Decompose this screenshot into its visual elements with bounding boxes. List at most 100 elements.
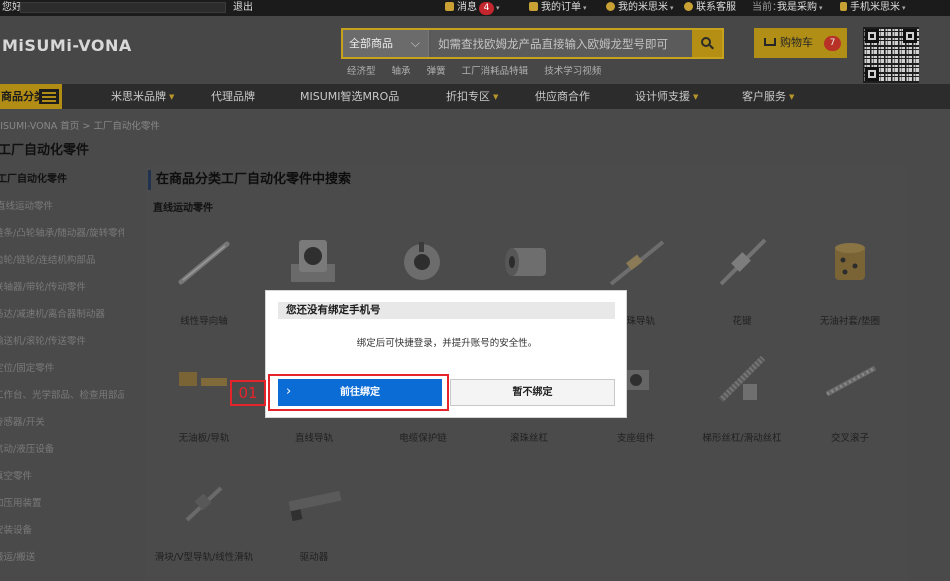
breadcrumb-separator: > — [82, 121, 91, 132]
product-name: 线性导向轴 — [180, 316, 228, 327]
nav-item-supplier[interactable]: 供应商合作 — [535, 84, 590, 109]
search-button[interactable] — [692, 30, 722, 57]
lead-screw-image — [718, 355, 766, 403]
sidebar-item[interactable]: 联轴器/带轮/传动零件 — [0, 279, 124, 293]
caret-down-icon: ▼ — [789, 93, 795, 101]
message-icon — [445, 2, 454, 11]
nav-item-designer-support[interactable]: 设计师支援 ▼ — [635, 84, 698, 109]
headset-icon — [684, 2, 693, 11]
user-icon — [606, 2, 615, 11]
contact-service-link[interactable]: 联系客服 — [684, 1, 736, 15]
orders-label: 我的订单 — [541, 2, 581, 13]
product-name: 电缆保护链 — [399, 433, 447, 444]
category-menu-button[interactable]: 商品分类 — [0, 84, 62, 109]
product-name: 花键 — [732, 316, 752, 327]
chevron-down-icon: ▾ — [583, 4, 587, 12]
hot-keyword-link[interactable]: 弹簧 — [427, 66, 446, 77]
product-card[interactable]: 梯形丝杠/滑动丝杠 — [686, 354, 798, 464]
nav-item-label: 折扣专区 — [446, 90, 490, 103]
search-bar: 全部商品 ⌵ — [341, 28, 724, 59]
sidebar-item[interactable]: 气动/液压设备 — [0, 441, 124, 455]
logout-link[interactable]: 退出 — [233, 1, 253, 15]
actuator-image — [288, 490, 342, 522]
sidebar-item[interactable]: 定位/固定零件 — [0, 360, 124, 374]
contact-label: 联系客服 — [696, 2, 736, 13]
step-number-label: 01 — [230, 380, 266, 406]
nav-item-mro[interactable]: MISUMI智选MRO品 — [300, 84, 399, 109]
sidebar-item[interactable]: 马达/减速机/离合器制动器 — [0, 306, 124, 320]
search-icon — [700, 37, 714, 50]
shaft-collar-image — [404, 242, 440, 280]
menu-icon — [39, 89, 59, 104]
sidebar-item[interactable]: 齿轮/链轮/连结机构部品 — [0, 252, 124, 266]
product-card[interactable]: 交叉滚子 — [794, 354, 906, 464]
breadcrumb-home-link[interactable]: MISUMI-VONA 首页 — [0, 121, 79, 132]
sidebar-item[interactable]: 真空零件 — [0, 468, 124, 482]
chevron-down-icon: ⌵ — [410, 36, 420, 50]
chevron-down-icon: ▾ — [670, 4, 674, 12]
sidebar-item[interactable]: 搬运/搬送 — [0, 549, 124, 563]
hot-keywords: 经济型 轴承 弹簧 工厂消耗品特辑 技术学习视频 — [347, 63, 614, 77]
dialog-title: 您还没有绑定手机号 — [278, 302, 615, 319]
caret-down-icon: ▼ — [693, 93, 699, 101]
cart-label: 购物车 — [780, 36, 813, 49]
current-role-value: 我是采购 — [777, 2, 817, 13]
site-header: MiSUMi-VONA 全部商品 ⌵ 经济型 轴承 弹簧 工厂消耗品特辑 技术学… — [0, 16, 950, 84]
main-nav: 商品分类 米思米品牌 ▼ 代理品牌 MISUMI智选MRO品 折扣专区 ▼ 供应商合… — [0, 84, 950, 109]
nav-item-misumi-brand[interactable]: 米思米品牌 ▼ — [111, 84, 174, 109]
current-role-select[interactable]: 我是采购 ▾ — [777, 1, 823, 15]
nav-item-customer-service[interactable]: 客户服务 ▼ — [742, 84, 794, 109]
sidebar-item[interactable]: 工作台、光学部品、检查用部品 — [0, 387, 124, 401]
hot-keyword-link[interactable]: 技术学习视频 — [544, 66, 601, 77]
hot-keyword-link[interactable]: 工厂消耗品特辑 — [462, 66, 529, 77]
sidebar-item[interactable]: 输送机/滚轮/传送零件 — [0, 333, 124, 347]
product-name: 滑块/V型导轨/线性滑轨 — [154, 552, 254, 563]
product-name: 直线导轨 — [294, 433, 333, 444]
my-account-link[interactable]: 我的米思米 ▾ — [606, 1, 674, 15]
sidebar-item[interactable]: 加压用装置 — [0, 495, 124, 509]
nav-item-agent-brands[interactable]: 代理品牌 — [211, 84, 255, 109]
ball-spline-image — [719, 238, 767, 286]
linear-guide-image — [609, 240, 665, 286]
account-name-field — [20, 2, 226, 13]
product-name: 滚珠丝杠 — [509, 433, 548, 444]
product-card[interactable]: 花键 — [686, 234, 798, 344]
linear-bushing-image — [505, 248, 546, 276]
search-category-select[interactable]: 全部商品 ⌵ — [343, 30, 429, 57]
chevron-right-icon: › — [286, 384, 292, 399]
breadcrumb: MISUMI-VONA 首页 > 工厂自动化零件 — [0, 118, 160, 132]
chevron-down-icon: ▾ — [819, 4, 823, 12]
caret-down-icon: ▼ — [169, 93, 175, 101]
messages-link[interactable]: 消息 4 ▾ — [445, 1, 500, 15]
sidebar-item[interactable]: 链条/凸轮轴承/随动器/旋转零件 — [0, 225, 124, 239]
orders-link[interactable]: 我的订单 ▾ — [529, 1, 587, 15]
product-card[interactable]: 线性导向轴 — [148, 234, 260, 344]
section-subtitle: 直线运动零件 — [153, 203, 213, 214]
messages-count-badge: 4 — [479, 2, 494, 15]
site-logo[interactable]: MiSUMi-VONA — [2, 36, 132, 55]
product-card[interactable]: 滑块/V型导轨/线性滑轨 — [148, 476, 260, 581]
nav-item-discount[interactable]: 折扣专区 ▼ — [446, 84, 498, 109]
product-card[interactable]: 驱动器 — [258, 476, 370, 581]
product-card[interactable]: 无油板/导轨 — [148, 354, 260, 464]
product-name: 驱动器 — [299, 552, 329, 563]
sidebar-heading: 工厂自动化零件 — [0, 174, 67, 185]
skip-binding-button[interactable]: 暂不绑定 — [450, 379, 615, 406]
product-name: 无油衬套/垫圈 — [819, 316, 881, 327]
search-input[interactable] — [431, 30, 693, 57]
sidebar-item[interactable]: 直线运动零件 — [0, 198, 126, 212]
sidebar-item[interactable]: 安装设备 — [0, 522, 124, 536]
cart-icon — [764, 38, 776, 46]
cart-button[interactable]: 购物车 7 — [754, 28, 847, 58]
my-account-label: 我的米思米 — [618, 2, 668, 13]
mobile-site-link[interactable]: 手机米思米 ▾ — [840, 1, 906, 15]
sidebar-item[interactable]: 传感器/开关 — [0, 414, 124, 428]
cross-roller-image — [825, 365, 877, 397]
product-card[interactable]: 无油衬套/垫圈 — [794, 234, 906, 344]
hot-keyword-link[interactable]: 经济型 — [347, 66, 376, 77]
hot-keyword-link[interactable]: 轴承 — [392, 66, 411, 77]
bind-now-button[interactable]: › 前往绑定 — [278, 379, 442, 406]
nav-item-label: 客户服务 — [742, 90, 786, 103]
bind-phone-dialog: 您还没有绑定手机号 绑定后可快捷登录，并提升账号的安全性。 › 前往绑定 暂不绑… — [265, 290, 627, 418]
main-title: 在商品分类工厂自动化零件中搜索 — [148, 170, 351, 190]
